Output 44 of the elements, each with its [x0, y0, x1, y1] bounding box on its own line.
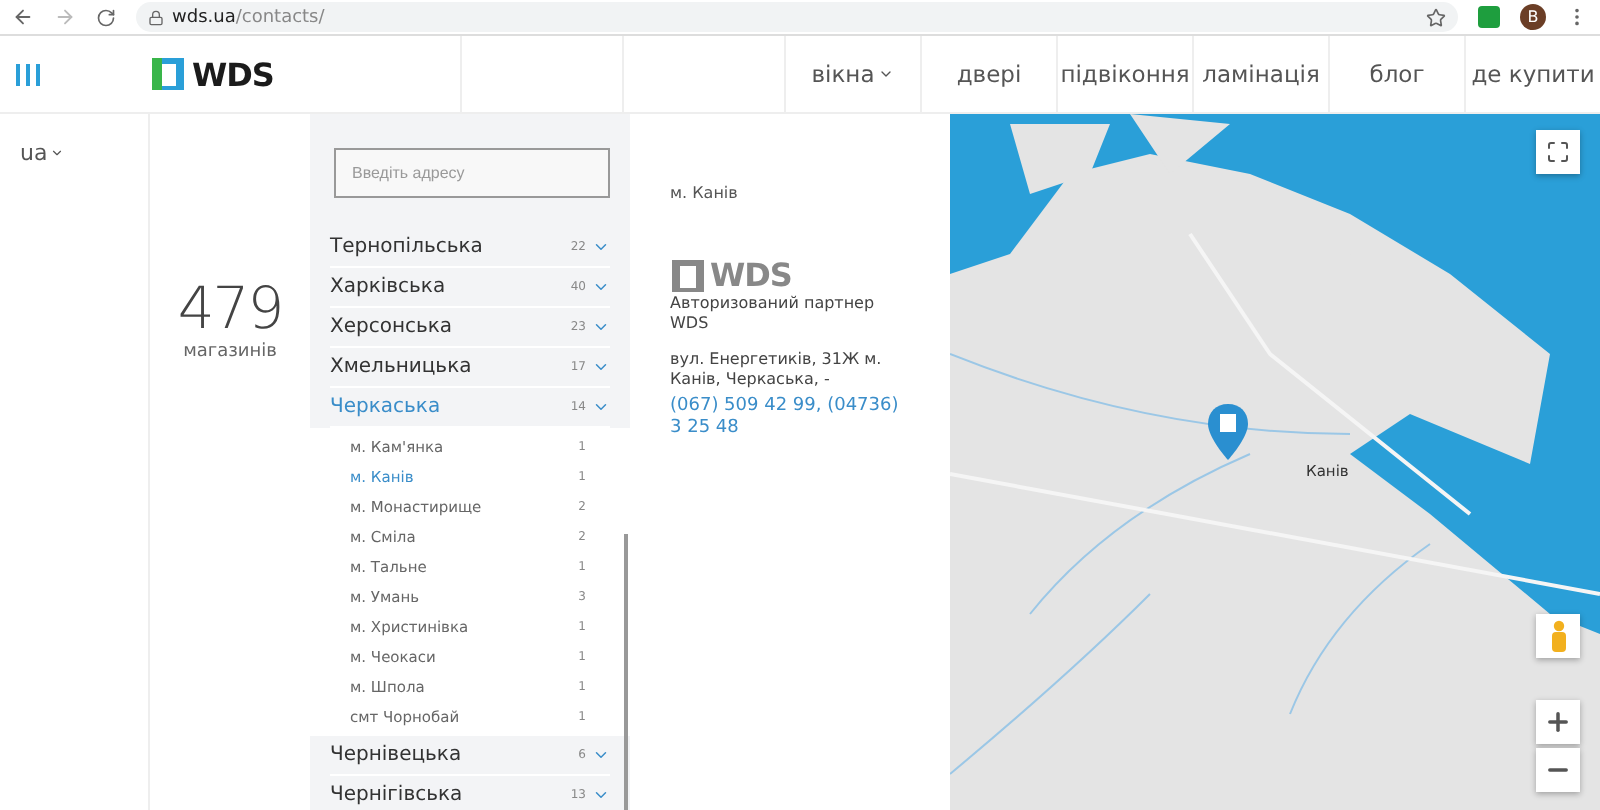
reload-icon[interactable]	[96, 7, 116, 27]
zoom-in-button[interactable]	[1536, 700, 1580, 744]
profile-avatar[interactable]: B	[1520, 4, 1546, 30]
partner-text: Авторизований партнер WDS	[670, 294, 877, 334]
store-count: 479	[177, 274, 283, 342]
nav-link[interactable]: де купити	[1464, 36, 1600, 112]
nav-link[interactable]: блог	[1328, 36, 1464, 112]
lock-icon	[148, 9, 164, 25]
address-search-field[interactable]: Введіть адресу	[334, 148, 610, 198]
logo-text: WDS	[192, 55, 274, 93]
logo-text: WDS	[710, 256, 792, 294]
fullscreen-icon	[1546, 140, 1570, 164]
chevron-icon	[592, 238, 610, 256]
chevron-icon	[592, 398, 610, 416]
chevron-icon	[592, 358, 610, 376]
logo-mark-icon	[150, 56, 186, 92]
chevron-icon	[592, 746, 610, 764]
store-city: м. Канів	[670, 184, 740, 202]
language-selector[interactable]: ua	[20, 140, 64, 166]
url-host: wds.ua	[172, 7, 236, 27]
zoom-out-button[interactable]	[1536, 748, 1580, 792]
map-pin-icon[interactable]	[1208, 404, 1248, 460]
back-icon[interactable]	[12, 6, 34, 28]
phone-link[interactable]: (067) 509 42 99, (04736) 3 25 48	[670, 396, 910, 440]
chevron-icon	[592, 278, 610, 296]
nav-link[interactable]: двері	[920, 36, 1056, 112]
caret-icon	[49, 146, 64, 160]
chevron-icon	[592, 318, 610, 336]
nav-link[interactable]: вікна	[784, 36, 920, 112]
extension-icon[interactable]	[1478, 6, 1500, 28]
scrollbar[interactable]	[624, 534, 628, 810]
url-path: /contacts/	[235, 7, 325, 27]
store-count-label: магазинів	[183, 342, 277, 362]
person-icon	[1549, 620, 1567, 652]
chevron-icon	[592, 786, 610, 804]
store-address: вул. Енергетиків, 31Ж м. Канів, Черкаська, -	[670, 350, 884, 390]
plus-icon	[1544, 708, 1572, 736]
star-icon[interactable]	[1426, 7, 1446, 27]
menu-icon[interactable]	[16, 63, 40, 85]
logo-mark-icon	[670, 257, 706, 293]
nav-link[interactable]: підвіконня	[1056, 36, 1192, 112]
address-bar[interactable]: wds.ua/contacts/	[136, 2, 1458, 32]
nav-link[interactable]: ламінація	[1192, 36, 1328, 112]
fullscreen-button[interactable]	[1536, 130, 1580, 174]
